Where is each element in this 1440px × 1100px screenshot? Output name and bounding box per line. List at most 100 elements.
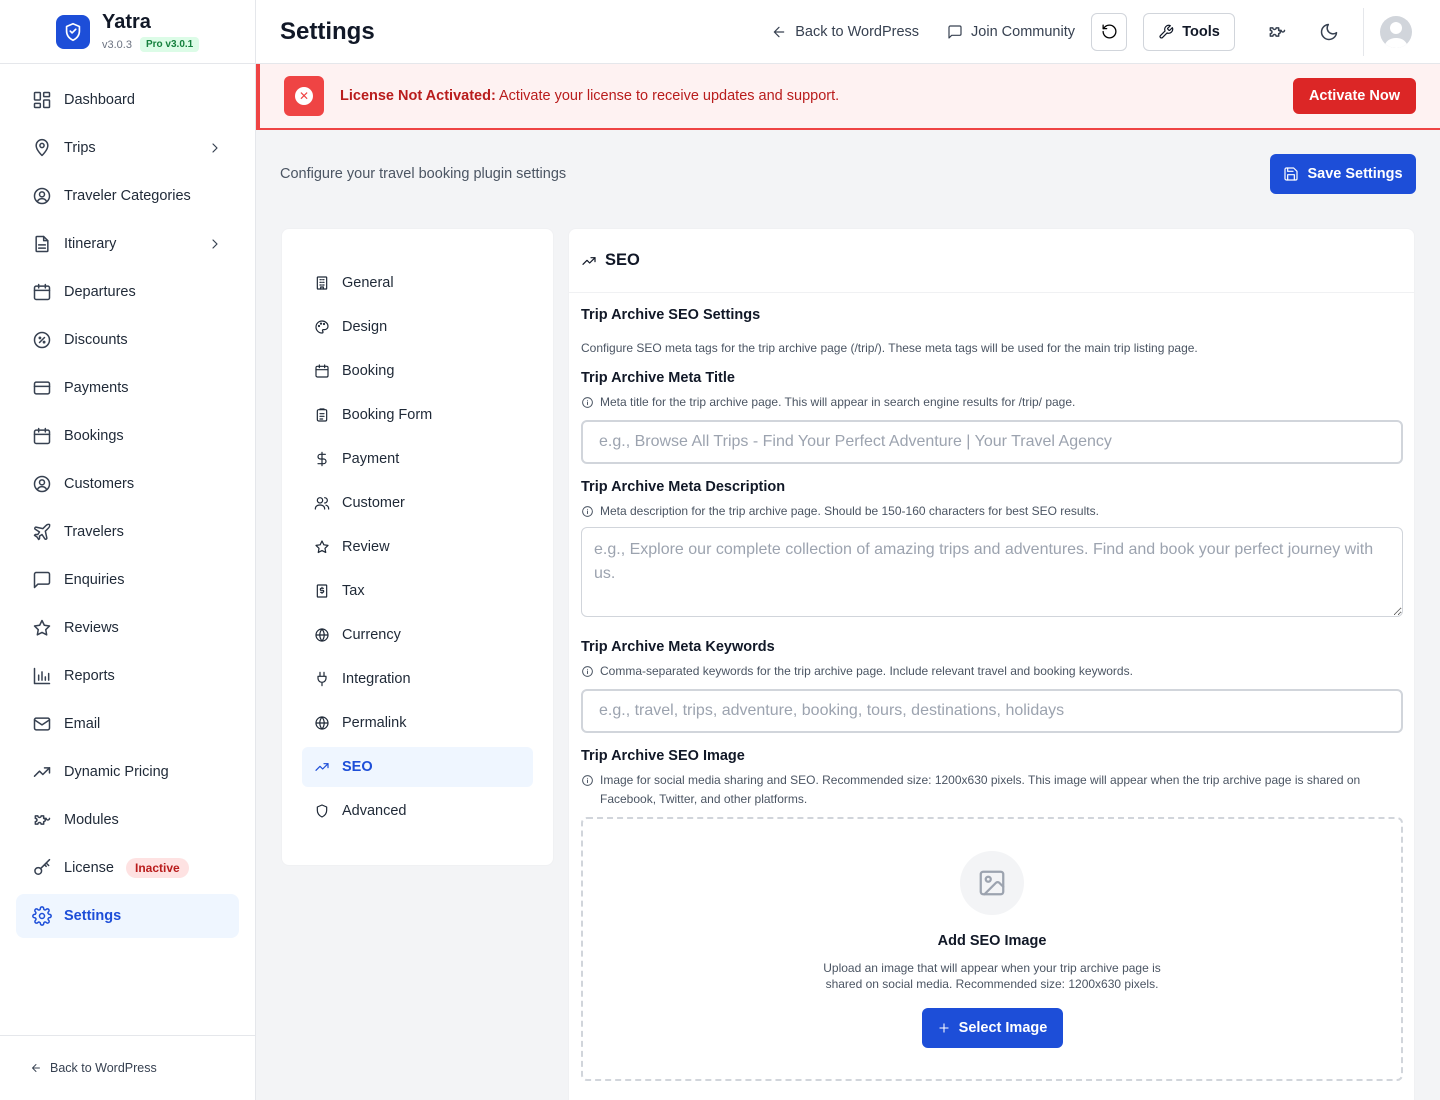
panel-heading: SEO <box>605 251 640 269</box>
plus-icon <box>937 1021 951 1035</box>
modules-puzzle-icon[interactable] <box>1257 12 1297 52</box>
meta-description-label: Trip Archive Meta Description <box>581 479 786 495</box>
avatar[interactable] <box>1380 15 1412 48</box>
building-icon <box>314 275 330 291</box>
meta-title-label: Trip Archive Meta Title <box>581 370 735 386</box>
select-image-button[interactable]: Select Image <box>921 1008 1063 1048</box>
sidebar-item-enquiries[interactable]: Enquiries <box>16 558 239 602</box>
shield-icon <box>314 803 330 819</box>
join-community-label: Join Community <box>971 23 1075 40</box>
settings-tab-booking-form[interactable]: Booking Form <box>302 395 533 435</box>
join-community-link[interactable]: Join Community <box>947 24 1075 40</box>
brand-version: v3.0.3 <box>102 38 132 51</box>
dropzone-title: Add SEO Image <box>937 933 1047 949</box>
sidebar-item-label: Travelers <box>64 524 124 540</box>
dollar-icon <box>314 451 330 467</box>
meta-keywords-input[interactable] <box>581 689 1403 733</box>
sidebar-item-label: Traveler Categories <box>64 188 191 204</box>
calendar-icon <box>32 282 52 302</box>
arrow-left-icon <box>771 24 787 40</box>
settings-tab-tax[interactable]: Tax <box>302 571 533 611</box>
chevron-right-icon[interactable] <box>207 236 223 252</box>
save-settings-button[interactable]: Save Settings <box>1270 154 1416 194</box>
sidebar-item-reviews[interactable]: Reviews <box>16 606 239 650</box>
settings-tab-booking[interactable]: Booking <box>302 351 533 391</box>
settings-tab-advanced[interactable]: Advanced <box>302 791 533 831</box>
chevron-right-icon[interactable] <box>207 140 223 156</box>
settings-tab-review[interactable]: Review <box>302 527 533 567</box>
sidebar-nav: Dashboard Trips Traveler Categories Itin… <box>0 64 255 938</box>
sidebar-item-departures[interactable]: Departures <box>16 270 239 314</box>
sidebar-item-travelers[interactable]: Travelers <box>16 510 239 554</box>
sidebar-item-dashboard[interactable]: Dashboard <box>16 78 239 122</box>
tools-button[interactable]: Tools <box>1143 12 1235 51</box>
meta-description-textarea[interactable] <box>581 527 1403 617</box>
settings-tab-label: Currency <box>342 627 401 643</box>
settings-tab-payment[interactable]: Payment <box>302 439 533 479</box>
sidebar-item-reports[interactable]: Reports <box>16 654 239 698</box>
key-icon <box>32 858 52 878</box>
sidebar: Yatra v3.0.3 Pro v3.0.1 Dashboard Trips … <box>0 0 256 1100</box>
license-status-badge: Inactive <box>125 858 189 878</box>
sidebar-item-email[interactable]: Email <box>16 702 239 746</box>
sidebar-item-itinerary[interactable]: Itinerary <box>16 222 239 266</box>
sidebar-item-payments[interactable]: Payments <box>16 366 239 410</box>
activate-now-button[interactable]: Activate Now <box>1292 78 1416 114</box>
refresh-icon <box>1101 23 1118 40</box>
sidebar-item-label: Payments <box>64 380 129 396</box>
seo-image-dropzone[interactable]: Add SEO Image Upload an image that will … <box>581 817 1403 1081</box>
clipboard-icon <box>314 407 330 423</box>
dashboard-icon <box>32 90 52 110</box>
sidebar-item-customers[interactable]: Customers <box>16 462 239 506</box>
settings-tab-customer[interactable]: Customer <box>302 483 533 523</box>
sidebar-item-label: Settings <box>64 908 122 924</box>
sidebar-item-modules[interactable]: Modules <box>16 798 239 842</box>
settings-tab-label: Permalink <box>342 715 407 731</box>
sidebar-item-traveler-categories[interactable]: Traveler Categories <box>16 174 239 218</box>
sidebar-item-label: Itinerary <box>64 236 117 252</box>
settings-tab-label: Advanced <box>342 803 407 819</box>
select-image-label: Select Image <box>958 1020 1048 1036</box>
mail-icon <box>32 714 52 734</box>
brand[interactable]: Yatra v3.0.3 Pro v3.0.1 <box>0 0 255 64</box>
sidebar-item-license[interactable]: License Inactive <box>16 846 239 890</box>
meta-title-hint: Meta title for the trip archive page. Th… <box>600 395 1076 409</box>
refresh-button[interactable] <box>1091 12 1127 51</box>
sidebar-item-settings[interactable]: Settings <box>16 894 239 938</box>
settings-tab-permalink[interactable]: Permalink <box>302 703 533 743</box>
dark-mode-moon-icon[interactable] <box>1309 12 1349 52</box>
plane-icon <box>32 522 52 542</box>
seo-image-hint: Image for social media sharing and SEO. … <box>600 773 1361 806</box>
settings-tab-label: General <box>342 275 394 291</box>
brand-name: Yatra <box>102 11 151 33</box>
wrench-icon <box>1158 24 1174 40</box>
back-to-wordpress-link[interactable]: Back to WordPress <box>771 24 919 40</box>
settings-tab-integration[interactable]: Integration <box>302 659 533 699</box>
sidebar-back-to-wordpress[interactable]: Back to WordPress <box>0 1035 255 1100</box>
settings-tab-seo[interactable]: SEO <box>302 747 533 787</box>
sidebar-item-label: Bookings <box>64 428 124 444</box>
sidebar-item-trips[interactable]: Trips <box>16 126 239 170</box>
sidebar-item-dynamic-pricing[interactable]: Dynamic Pricing <box>16 750 239 794</box>
star-icon <box>314 539 330 555</box>
settings-tab-label: Booking <box>342 363 395 379</box>
sidebar-item-label: Reviews <box>64 620 119 636</box>
settings-tab-design[interactable]: Design <box>302 307 533 347</box>
info-icon <box>581 771 594 787</box>
settings-tab-general[interactable]: General <box>302 263 533 303</box>
settings-tab-label: Integration <box>342 671 411 687</box>
meta-title-input[interactable] <box>581 420 1403 464</box>
sidebar-item-label: Customers <box>64 476 135 492</box>
settings-tab-currency[interactable]: Currency <box>302 615 533 655</box>
seo-settings-panel: SEO Trip Archive SEO Settings Configure … <box>568 228 1415 1100</box>
sidebar-item-bookings[interactable]: Bookings <box>16 414 239 458</box>
sidebar-item-label: Trips <box>64 140 96 156</box>
trending-up-icon <box>314 759 330 775</box>
sidebar-item-label: Dynamic Pricing <box>64 764 169 780</box>
bar-chart-icon <box>32 666 52 686</box>
error-icon: ✕ <box>284 76 324 116</box>
sidebar-item-discounts[interactable]: Discounts <box>16 318 239 362</box>
tools-label: Tools <box>1182 23 1220 40</box>
settings-tab-label: Review <box>342 539 390 555</box>
sidebar-item-label: Reports <box>64 668 115 684</box>
